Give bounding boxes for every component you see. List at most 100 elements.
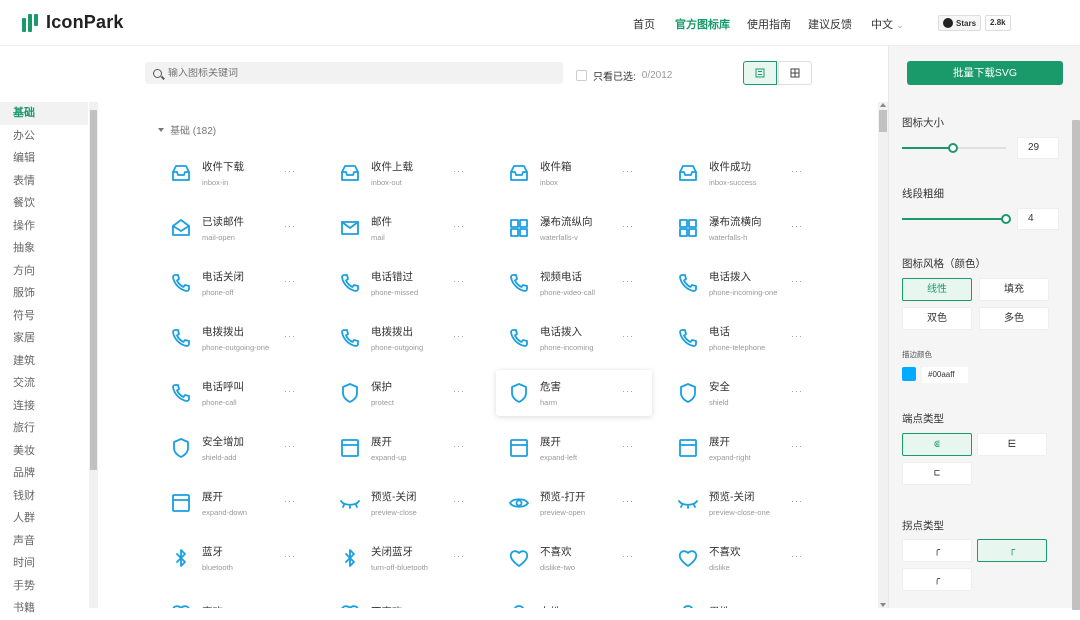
- sidebar-item[interactable]: 表情: [0, 170, 88, 193]
- icon-card[interactable]: 收件箱 inbox ···: [496, 150, 652, 196]
- only-selected-checkbox[interactable]: [576, 70, 587, 81]
- nav-guide[interactable]: 使用指南: [747, 16, 791, 32]
- icon-card[interactable]: 预览-关闭 preview-close ···: [327, 480, 483, 526]
- more-icon[interactable]: ···: [453, 276, 465, 286]
- stroke-width-input[interactable]: 4: [1017, 208, 1059, 230]
- sidebar-item[interactable]: 交流: [0, 372, 88, 395]
- icon-card[interactable]: 安全增加 shield-add ···: [158, 425, 314, 471]
- linecap-square-button[interactable]: ⊏: [902, 462, 972, 485]
- icon-card[interactable]: 收件下载 inbox-in ···: [158, 150, 314, 196]
- sidebar-item[interactable]: 餐饮: [0, 192, 88, 215]
- icon-card[interactable]: 展开 expand-left ···: [496, 425, 652, 471]
- size-slider[interactable]: [902, 143, 1006, 153]
- panel-scroll-thumb[interactable]: [1072, 120, 1080, 610]
- sidebar-item[interactable]: 钱财: [0, 485, 88, 508]
- icon-card[interactable]: 邮件 mail ···: [327, 205, 483, 251]
- nav-feedback[interactable]: 建议反馈: [808, 16, 852, 32]
- sidebar-item[interactable]: 操作: [0, 215, 88, 238]
- icon-card[interactable]: 蓝牙 bluetooth ···: [158, 535, 314, 581]
- more-icon[interactable]: ···: [622, 496, 634, 506]
- sidebar-item[interactable]: 时间: [0, 552, 88, 575]
- sidebar-item[interactable]: 符号: [0, 305, 88, 328]
- language-select[interactable]: 中文 ⌄: [871, 16, 904, 32]
- more-icon[interactable]: ···: [284, 221, 296, 231]
- github-stars-button[interactable]: Stars: [938, 15, 982, 31]
- more-icon[interactable]: ···: [622, 166, 634, 176]
- icon-card[interactable]: 瀑布流纵向 waterfalls-v ···: [496, 205, 652, 251]
- icon-card[interactable]: 不喜欢 dislike-two ···: [496, 535, 652, 581]
- more-icon[interactable]: ···: [284, 331, 296, 341]
- icon-card[interactable]: 电话关闭 phone-off ···: [158, 260, 314, 306]
- sidebar-item[interactable]: 品牌: [0, 462, 88, 485]
- icon-card[interactable]: 视频电话 phone-video-call ···: [496, 260, 652, 306]
- icon-card[interactable]: 已读邮件 mail-open ···: [158, 205, 314, 251]
- sidebar-item[interactable]: 旅行: [0, 417, 88, 440]
- icon-card[interactable]: 电拨拨出 phone-outgoing-one ···: [158, 315, 314, 361]
- size-slider-knob[interactable]: [947, 143, 958, 153]
- more-icon[interactable]: ···: [284, 386, 296, 396]
- icon-card[interactable]: 电话拨入 phone-incoming-one ···: [665, 260, 821, 306]
- icon-card[interactable]: 关闭蓝牙 turn-off-bluetooth ···: [327, 535, 483, 581]
- style-two-tone-button[interactable]: 双色: [902, 307, 972, 330]
- icon-card[interactable]: 保护 protect ···: [327, 370, 483, 416]
- sidebar-item[interactable]: 美妆: [0, 440, 88, 463]
- stroke-color-swatch[interactable]: [902, 367, 916, 381]
- more-icon[interactable]: ···: [284, 496, 296, 506]
- sidebar-item[interactable]: 办公: [0, 125, 88, 148]
- more-icon[interactable]: ···: [791, 276, 803, 286]
- more-icon[interactable]: ···: [622, 441, 634, 451]
- batch-download-button[interactable]: 批量下载SVG: [907, 61, 1063, 85]
- sidebar-item[interactable]: 抽象: [0, 237, 88, 260]
- scroll-up-icon[interactable]: [880, 103, 886, 107]
- icon-card[interactable]: 展开 expand-down ···: [158, 480, 314, 526]
- more-icon[interactable]: ···: [791, 166, 803, 176]
- more-icon[interactable]: ···: [453, 386, 465, 396]
- group-header[interactable]: 基础 (182): [158, 122, 216, 137]
- scroll-down-icon[interactable]: [880, 603, 886, 607]
- icon-card[interactable]: 预览-打开 preview-open ···: [496, 480, 652, 526]
- sidebar-scrollbar[interactable]: [89, 102, 98, 608]
- sidebar-item[interactable]: 家居: [0, 327, 88, 350]
- more-icon[interactable]: ···: [284, 166, 296, 176]
- nav-official-icons[interactable]: 官方图标库: [675, 16, 730, 32]
- linecap-round-button[interactable]: ⋐: [902, 433, 972, 456]
- icon-card[interactable]: 收件上载 inbox-out ···: [327, 150, 483, 196]
- list-view-button[interactable]: [743, 61, 777, 85]
- size-input[interactable]: 29: [1017, 137, 1059, 159]
- style-multi-color-button[interactable]: 多色: [979, 307, 1049, 330]
- more-icon[interactable]: ···: [791, 386, 803, 396]
- icon-card[interactable]: 电话 phone-telephone ···: [665, 315, 821, 361]
- icon-card[interactable]: 电话呼叫 phone-call ···: [158, 370, 314, 416]
- icon-card[interactable]: 不喜欢 dislike ···: [665, 535, 821, 581]
- icon-card[interactable]: 收件成功 inbox-success ···: [665, 150, 821, 196]
- more-icon[interactable]: ···: [622, 551, 634, 561]
- more-icon[interactable]: ···: [453, 551, 465, 561]
- style-filled-button[interactable]: 填充: [979, 278, 1049, 301]
- more-icon[interactable]: ···: [791, 221, 803, 231]
- more-icon[interactable]: ···: [284, 441, 296, 451]
- linejoin-bevel-button[interactable]: ╭: [902, 568, 972, 591]
- stroke-slider-knob[interactable]: [1001, 214, 1011, 224]
- github-count[interactable]: 2.8k: [985, 15, 1011, 31]
- more-icon[interactable]: ···: [791, 331, 803, 341]
- more-icon[interactable]: ···: [453, 221, 465, 231]
- icon-card[interactable]: 预览-关闭 preview-close-one ···: [665, 480, 821, 526]
- icon-card[interactable]: 不喜欢···: [327, 590, 483, 608]
- logo[interactable]: IconPark: [22, 12, 124, 33]
- search-input[interactable]: [168, 67, 548, 79]
- more-icon[interactable]: ···: [791, 441, 803, 451]
- sidebar-item[interactable]: 书籍: [0, 597, 88, 620]
- sidebar-item[interactable]: 编辑: [0, 147, 88, 170]
- main-scroll-thumb[interactable]: [879, 110, 887, 132]
- sidebar-item[interactable]: 连接: [0, 395, 88, 418]
- nav-home[interactable]: 首页: [633, 16, 655, 32]
- more-icon[interactable]: ···: [622, 331, 634, 341]
- icon-card[interactable]: 男性···: [665, 590, 821, 608]
- sidebar-item[interactable]: 服饰: [0, 282, 88, 305]
- more-icon[interactable]: ···: [453, 331, 465, 341]
- icon-card[interactable]: 展开 expand-right ···: [665, 425, 821, 471]
- panel-scrollbar[interactable]: [1071, 102, 1080, 610]
- linecap-butt-button[interactable]: ⋿: [977, 433, 1047, 456]
- github-stars[interactable]: Stars 2.8k: [938, 15, 1011, 31]
- more-icon[interactable]: ···: [622, 276, 634, 286]
